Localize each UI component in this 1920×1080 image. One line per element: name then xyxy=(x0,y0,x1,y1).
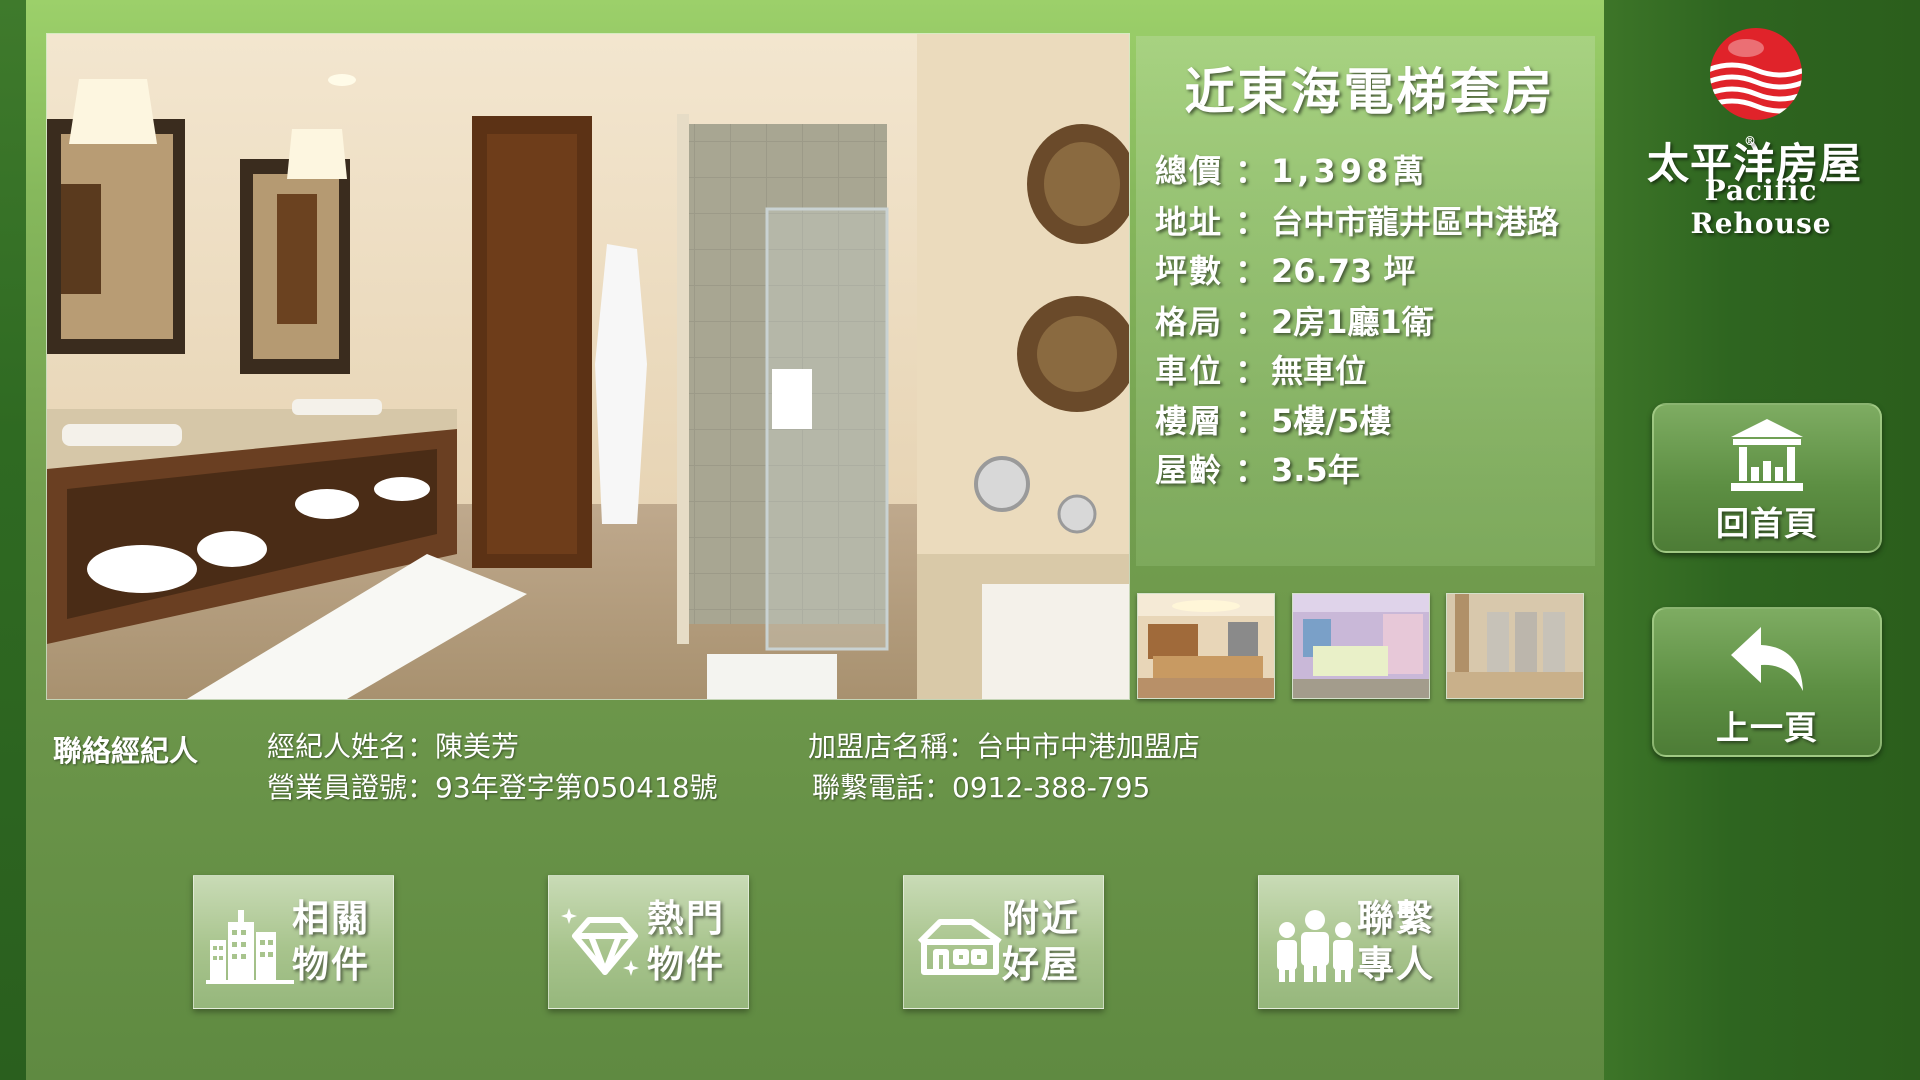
buildings-icon xyxy=(206,910,294,984)
pacific-logo-icon xyxy=(1710,28,1802,120)
brand-name-en: Pacific Rehouse xyxy=(1690,174,1832,240)
agent-store: 加盟店名稱：台中市中港加盟店 xyxy=(808,730,1201,763)
nearby-homes-button[interactable]: 附近 好屋 xyxy=(903,875,1104,1009)
spec-label: 樓層 xyxy=(1155,402,1224,440)
spec-label: 坪數 xyxy=(1155,252,1224,290)
diamond-icon xyxy=(561,908,639,976)
home-button[interactable]: 回首頁 xyxy=(1652,403,1882,553)
home-building-icon xyxy=(1731,419,1803,491)
spec-value: 3.5年 xyxy=(1271,451,1360,489)
agent-phone[interactable]: 聯繫電話：0912-388-795 xyxy=(812,766,1150,806)
spec-value: 2房1廳1衛 xyxy=(1271,303,1434,341)
thumbnail-elevator-lobby[interactable] xyxy=(1446,593,1584,699)
agent-heading: 聯絡經紀人 xyxy=(53,734,199,768)
spec-label: 車位 xyxy=(1155,352,1224,390)
contact-agent-button[interactable]: 聯繫 專人 xyxy=(1258,875,1459,1009)
back-label: 上一頁 xyxy=(1716,708,1818,747)
spec-area: 坪數： 26.73 坪 xyxy=(1155,246,1415,292)
back-arrow-icon xyxy=(1731,627,1803,691)
spec-address: 地址：台中市龍井區中港路 xyxy=(1155,197,1559,243)
agent-name: 經紀人姓名：陳美芳 xyxy=(267,730,520,763)
spec-floor: 樓層： 5樓/5樓 xyxy=(1155,396,1391,442)
spec-value: 5樓/5樓 xyxy=(1271,402,1392,440)
property-title: 近東海電梯套房 xyxy=(1184,63,1556,121)
thumbnail-dining-room[interactable] xyxy=(1137,593,1275,699)
spec-label: 總價 xyxy=(1155,152,1224,190)
back-button[interactable]: 上一頁 xyxy=(1652,607,1882,757)
spec-label: 格局 xyxy=(1155,303,1224,341)
related-listings-button[interactable]: 相關 物件 xyxy=(193,875,394,1009)
spec-value: 無車位 xyxy=(1271,352,1368,390)
tile-label: 熱門 物件 xyxy=(647,897,725,986)
house-icon xyxy=(917,919,1002,975)
agent-license: 營業員證號：93年登字第050418號 xyxy=(267,771,718,804)
spec-age: 屋齡： 3.5年 xyxy=(1155,445,1360,491)
spec-label: 地址 xyxy=(1155,203,1224,241)
tile-label: 聯繫 專人 xyxy=(1357,897,1435,986)
tile-label: 附近 好屋 xyxy=(1002,897,1080,986)
spec-parking: 車位：無車位 xyxy=(1155,346,1367,392)
people-icon xyxy=(1277,910,1353,982)
hot-listings-button[interactable]: 熱門 物件 xyxy=(548,875,749,1009)
main-property-photo xyxy=(46,33,1130,700)
tile-label: 相關 物件 xyxy=(292,897,370,986)
spec-price: 總價： 1,398萬 xyxy=(1155,146,1428,192)
spec-value: 26.73 坪 xyxy=(1271,252,1416,290)
spec-layout: 格局： 2房1廳1衛 xyxy=(1155,297,1434,343)
spec-label: 屋齡 xyxy=(1155,451,1224,489)
spec-value: 台中市龍井區中港路 xyxy=(1271,203,1560,241)
home-label: 回首頁 xyxy=(1716,504,1818,543)
thumbnail-bedroom[interactable] xyxy=(1292,593,1430,699)
spec-value: 1,398萬 xyxy=(1271,152,1429,190)
